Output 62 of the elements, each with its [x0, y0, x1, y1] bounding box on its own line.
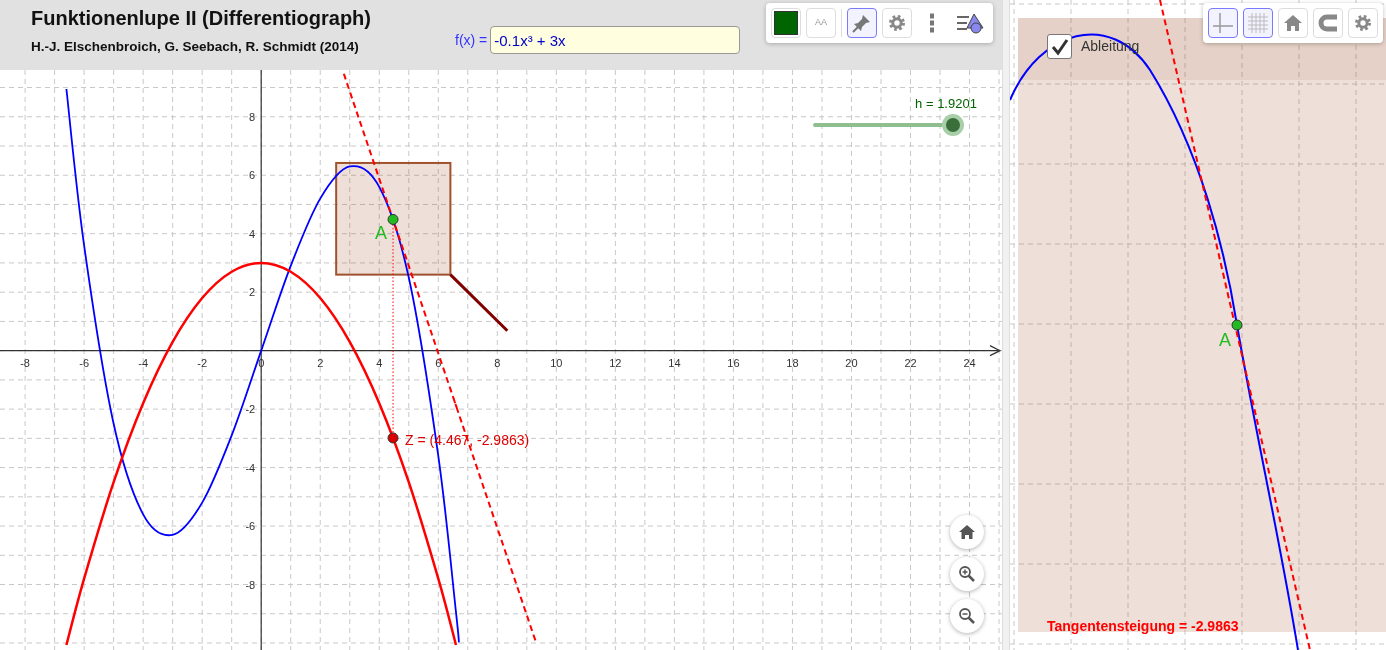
settings-button[interactable] — [882, 8, 912, 38]
axis-label: 2 — [317, 356, 324, 369]
point[interactable] — [1231, 319, 1243, 331]
magnet-button[interactable] — [1313, 8, 1343, 38]
axis-label: -2 — [245, 403, 256, 416]
home-icon — [1284, 15, 1302, 31]
axis-label: 24 — [963, 356, 976, 369]
axis-label: 8 — [494, 356, 501, 369]
slope-text: Tangentensteigung = -2.9863 — [1047, 617, 1239, 636]
function-label: f(x) = — [455, 30, 488, 50]
grid-icon — [1247, 12, 1269, 34]
axes-icon — [1212, 12, 1234, 34]
axis-label: -6 — [79, 356, 89, 369]
home-button[interactable] — [1278, 8, 1308, 38]
axis-label: 14 — [668, 356, 681, 369]
axis-label: 4 — [376, 356, 383, 369]
pin-button[interactable] — [847, 8, 877, 38]
axis-label: 4 — [249, 227, 256, 240]
slider-label: h = 1.9201 — [915, 96, 977, 111]
axis-label: -4 — [138, 356, 149, 369]
axis-label: 6 — [249, 169, 256, 182]
function-input-field[interactable]: -0.1x³ + 3x — [490, 26, 741, 54]
point[interactable] — [387, 432, 399, 444]
axis-label: 12 — [609, 356, 622, 369]
home-button[interactable] — [950, 515, 984, 549]
gear-icon — [889, 15, 905, 31]
zoom-in-button[interactable] — [950, 557, 984, 591]
axis-label: -4 — [245, 461, 256, 474]
authors-text: H.-J. Elschenbroich, G. Seebach, R. Schmidt (2014) — [31, 38, 360, 56]
axis-label: 20 — [845, 356, 858, 369]
home-icon — [959, 525, 975, 539]
magnifier-frame[interactable] — [335, 161, 452, 276]
axes-button[interactable] — [1208, 8, 1238, 38]
point[interactable] — [387, 213, 399, 225]
axis-label: -6 — [245, 520, 256, 533]
axis-label: 6 — [435, 356, 442, 369]
zoom-out-button[interactable] — [950, 599, 984, 633]
axis-label: 2 — [249, 286, 256, 299]
more-icon — [930, 13, 934, 33]
axis-label: 18 — [786, 356, 799, 369]
axis-label: -2 — [197, 356, 208, 369]
axis-label: 10 — [550, 356, 563, 369]
gear-icon — [1355, 15, 1371, 31]
app-title: Funktionenlupe II (Differentiograph) — [31, 6, 372, 30]
point-label: A — [375, 223, 388, 244]
derivative-checkbox[interactable] — [1047, 34, 1072, 59]
zoom-in-icon — [959, 566, 975, 582]
zoom-out-icon — [959, 608, 975, 624]
magnifier-handle[interactable] — [449, 273, 509, 332]
pin-icon — [852, 15, 870, 33]
axis-label: 8 — [249, 110, 256, 123]
axis-label: -8 — [245, 578, 256, 591]
point-label: A — [1219, 330, 1231, 350]
axis-label: 22 — [904, 356, 917, 369]
slider-thumb[interactable] — [942, 114, 964, 136]
view-menu-icon — [956, 13, 984, 34]
grid-button[interactable] — [1243, 8, 1273, 38]
axis-label: -8 — [20, 356, 30, 369]
axis-label: 16 — [727, 356, 740, 369]
magnet-icon — [1318, 14, 1337, 32]
color-button[interactable] — [771, 8, 801, 38]
settings-button[interactable] — [1348, 8, 1378, 38]
